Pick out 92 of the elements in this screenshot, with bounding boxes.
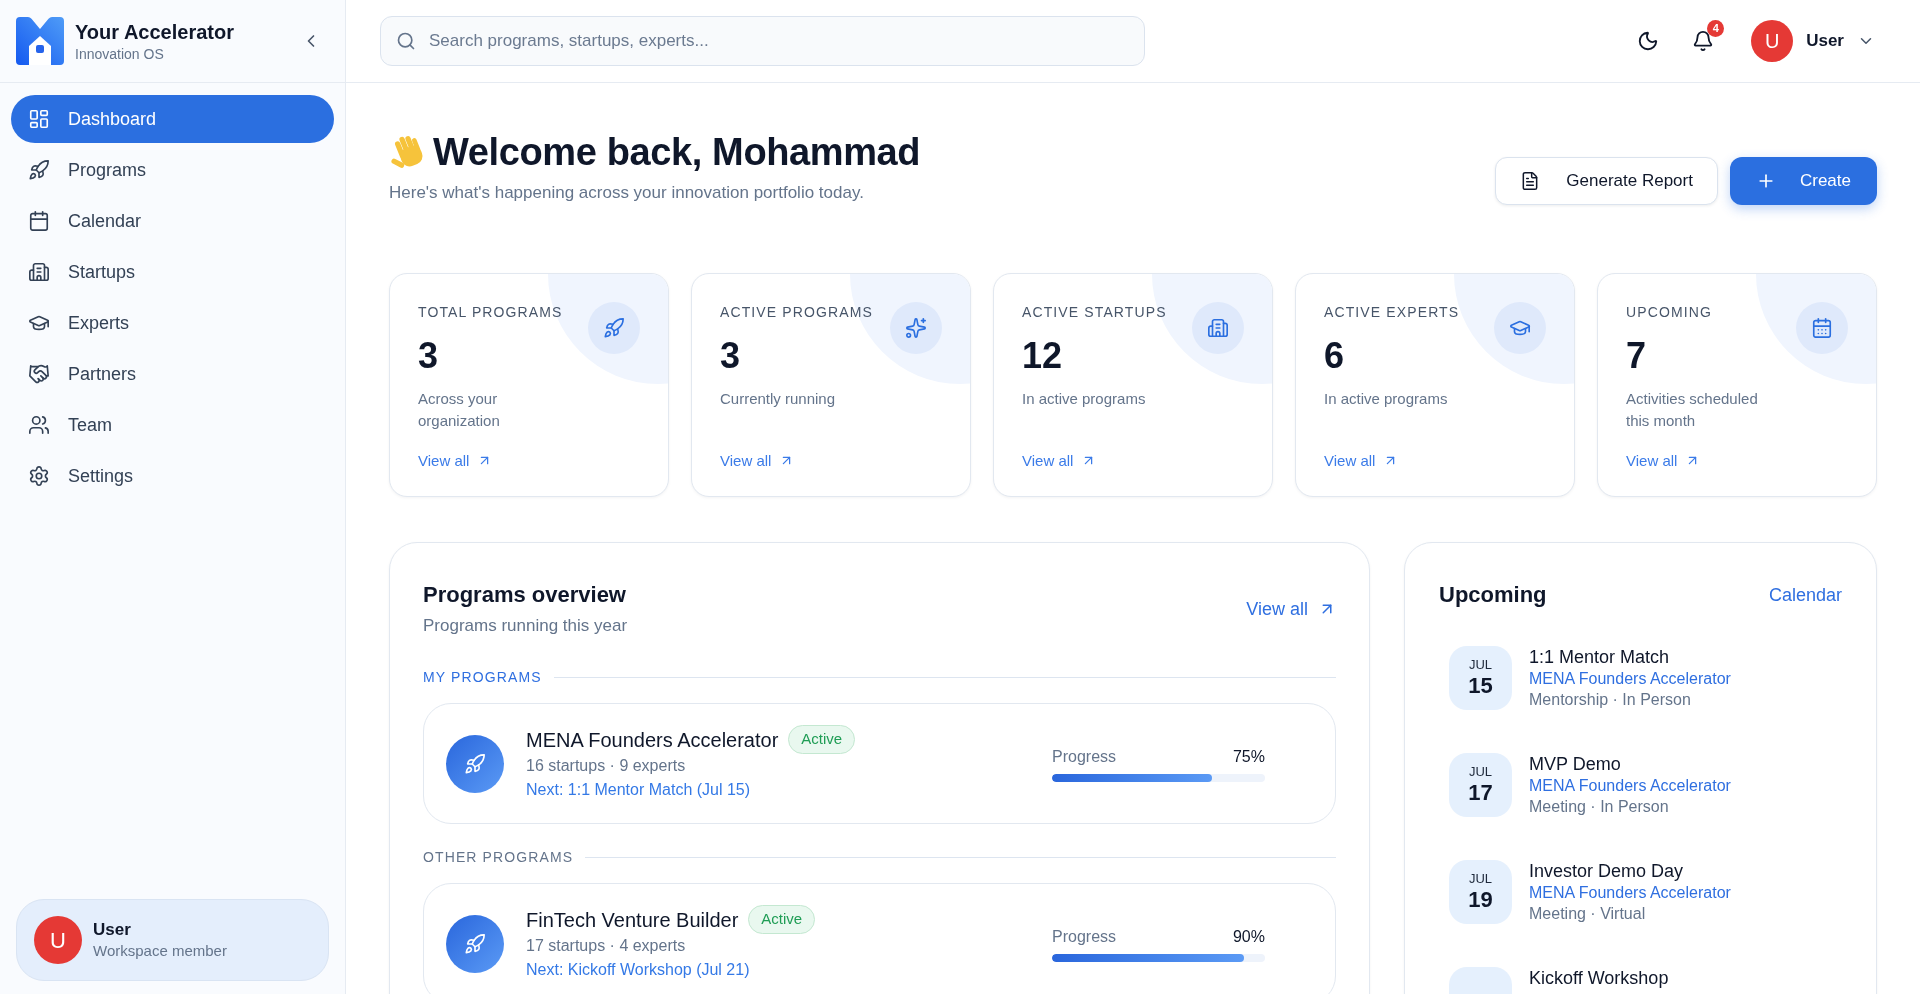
view-all-link[interactable]: View all <box>1626 449 1848 472</box>
view-all-link[interactable]: View all <box>1324 449 1546 472</box>
user-name: User <box>93 919 132 941</box>
progress-value: 90% <box>1232 926 1265 947</box>
view-all-link[interactable]: View all <box>1022 449 1244 472</box>
stat-label: UPCOMING <box>1626 303 1713 322</box>
card-title: Programs overview <box>423 581 627 609</box>
brand-title: Your Accelerator <box>75 20 234 45</box>
stat-label: ACTIVE STARTUPS <box>1022 303 1167 322</box>
logo-icon <box>16 17 64 65</box>
event-details: Meeting · In Person <box>1529 797 1670 817</box>
event-day: 15 <box>1468 673 1493 699</box>
stat-description: Across your organization <box>418 389 501 431</box>
search-icon <box>396 31 416 51</box>
event-month: JUL <box>1468 657 1493 673</box>
program-meta: 17 startups · 4 experts <box>526 935 686 956</box>
section-label: OTHER PROGRAMS <box>423 848 574 867</box>
program-meta: 16 startups · 9 experts <box>526 755 686 776</box>
nav-item[interactable]: Programs <box>11 146 334 194</box>
calendar-icon <box>28 210 50 232</box>
nav-item[interactable]: Startups <box>11 248 334 296</box>
user-avatar: U <box>34 916 82 964</box>
stat-value: 3 <box>418 334 440 378</box>
nav-item[interactable]: Experts <box>11 299 334 347</box>
stat-description: In active programs <box>1324 389 1449 409</box>
moon-icon[interactable] <box>1637 30 1660 52</box>
program-card[interactable]: MENA Founders Accelerator Active 16 startups · 9 experts Next: 1:1 Mentor Match (Jul 15) Progress 75% <box>423 703 1336 824</box>
next-event-link[interactable]: Next: 1:1 Mentor Match (Jul 15) <box>526 777 751 802</box>
status-badge: Active <box>788 725 856 754</box>
stat-value: 3 <box>720 334 742 378</box>
event-title: Investor Demo Day <box>1529 860 1685 882</box>
program-link[interactable]: MENA Founders Accelerator <box>1529 668 1731 689</box>
program-card[interactable]: FinTech Venture Builder Active 17 startups · 4 experts Next: Kickoff Workshop (Jul 21) Progress 90% <box>423 883 1336 994</box>
user-name[interactable]: User <box>1806 28 1844 54</box>
event-title: MVP Demo <box>1529 753 1622 775</box>
generate-report-button[interactable]: Generate Report <box>1495 157 1718 205</box>
view-all-link[interactable]: View all <box>720 449 942 472</box>
nav-item[interactable]: Settings <box>11 452 334 500</box>
event-details: Mentorship · In Person <box>1529 690 1692 710</box>
card-title: Upcoming <box>1439 581 1547 609</box>
event-title: 1:1 Mentor Match <box>1529 646 1671 668</box>
event-month: JUL <box>1468 871 1493 887</box>
program-name: MENA Founders Accelerator <box>526 727 779 753</box>
program-link[interactable]: MENA Founders Accelerator <box>1529 882 1731 903</box>
event-day: 17 <box>1468 780 1493 806</box>
view-all-link[interactable]: View all <box>1246 595 1336 623</box>
event-month: JUL <box>1468 764 1493 780</box>
user-card[interactable]: U User Workspace member <box>16 899 329 981</box>
stat-description: Currently running <box>720 389 837 409</box>
bell-icon[interactable] <box>1692 30 1715 52</box>
rocket-icon <box>446 914 504 973</box>
brand-subtitle: Innovation OS <box>75 45 165 63</box>
view-all-link[interactable]: View all <box>418 449 640 472</box>
building-icon <box>28 261 50 283</box>
stat-label: TOTAL PROGRAMS <box>418 303 564 322</box>
stat-value: 12 <box>1022 334 1064 378</box>
section-label: MY PROGRAMS <box>423 668 542 687</box>
notification-badge: 4 <box>1707 20 1725 37</box>
event-details: Meeting · Virtual <box>1529 904 1647 924</box>
welcome-subtitle: Here's what's happening across your innovation portfolio today. <box>389 182 865 204</box>
progress-label: Progress <box>1052 926 1117 947</box>
stat-label: ACTIVE EXPERTS <box>1324 303 1460 322</box>
program-name: FinTech Venture Builder <box>526 907 739 933</box>
card-subtitle: Programs running this year <box>423 615 628 637</box>
nav-item[interactable]: Team <box>11 401 334 449</box>
event-day: 19 <box>1468 887 1493 913</box>
welcome-title: Welcome back, Mohammad <box>433 130 921 175</box>
progress-label: Progress <box>1052 746 1117 767</box>
rocket-icon <box>446 734 504 793</box>
users-icon <box>28 414 50 436</box>
nav-item[interactable]: Partners <box>11 350 334 398</box>
next-event-link[interactable]: Next: Kickoff Workshop (Jul 21) <box>526 957 750 982</box>
nav-item[interactable]: Calendar <box>11 197 334 245</box>
create-button[interactable]: Create <box>1729 157 1877 205</box>
handshake-icon <box>28 363 50 385</box>
event-title: Kickoff Workshop <box>1529 967 1669 989</box>
search-field[interactable]: Search programs, startups, experts... <box>380 16 1145 66</box>
status-badge: Active <box>748 905 816 934</box>
calendar-link[interactable]: Calendar <box>1768 581 1842 609</box>
stat-value: 6 <box>1324 334 1346 378</box>
user-role: Workspace member <box>93 941 227 961</box>
dashboard-grid-icon <box>28 108 50 130</box>
stat-label: ACTIVE PROGRAMS <box>720 303 873 322</box>
stat-description: Activities scheduled this month <box>1626 389 1759 431</box>
nav-item[interactable]: Dashboard <box>11 95 334 143</box>
settings-icon <box>28 465 50 487</box>
stat-description: In active programs <box>1022 389 1147 409</box>
stat-value: 7 <box>1626 334 1648 378</box>
progress-value: 75% <box>1232 746 1265 767</box>
user-avatar: U <box>1751 20 1794 62</box>
program-link[interactable]: MENA Founders Accelerator <box>1529 775 1731 796</box>
rocket-icon <box>28 159 50 181</box>
